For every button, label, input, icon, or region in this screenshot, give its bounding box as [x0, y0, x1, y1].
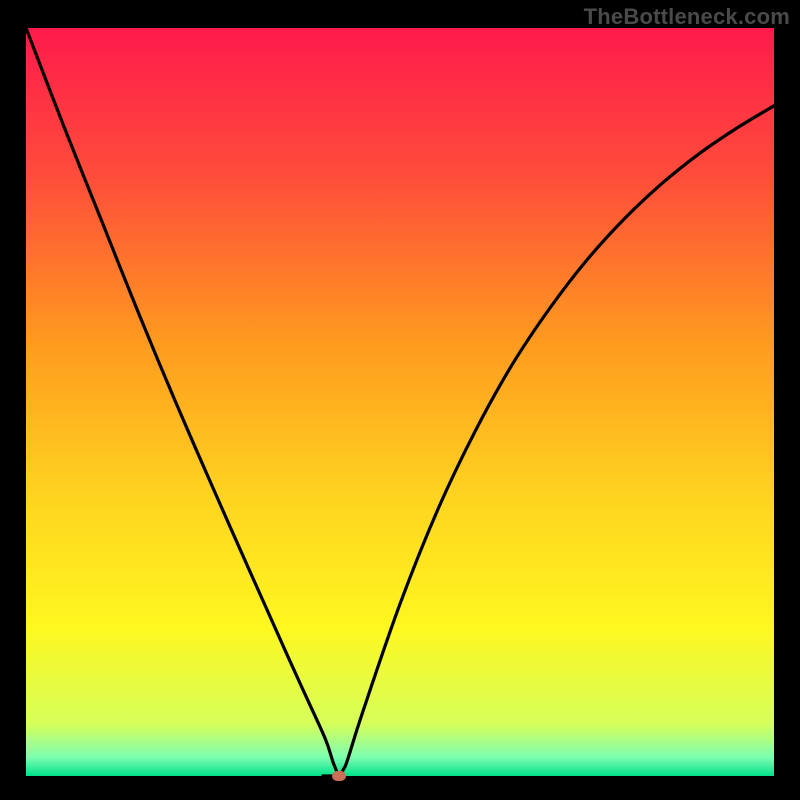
optimum-marker	[332, 771, 346, 781]
chart-frame: TheBottleneck.com	[0, 0, 800, 800]
plot-background	[26, 28, 774, 776]
bottleneck-plot	[26, 28, 774, 776]
watermark-text: TheBottleneck.com	[584, 4, 790, 30]
